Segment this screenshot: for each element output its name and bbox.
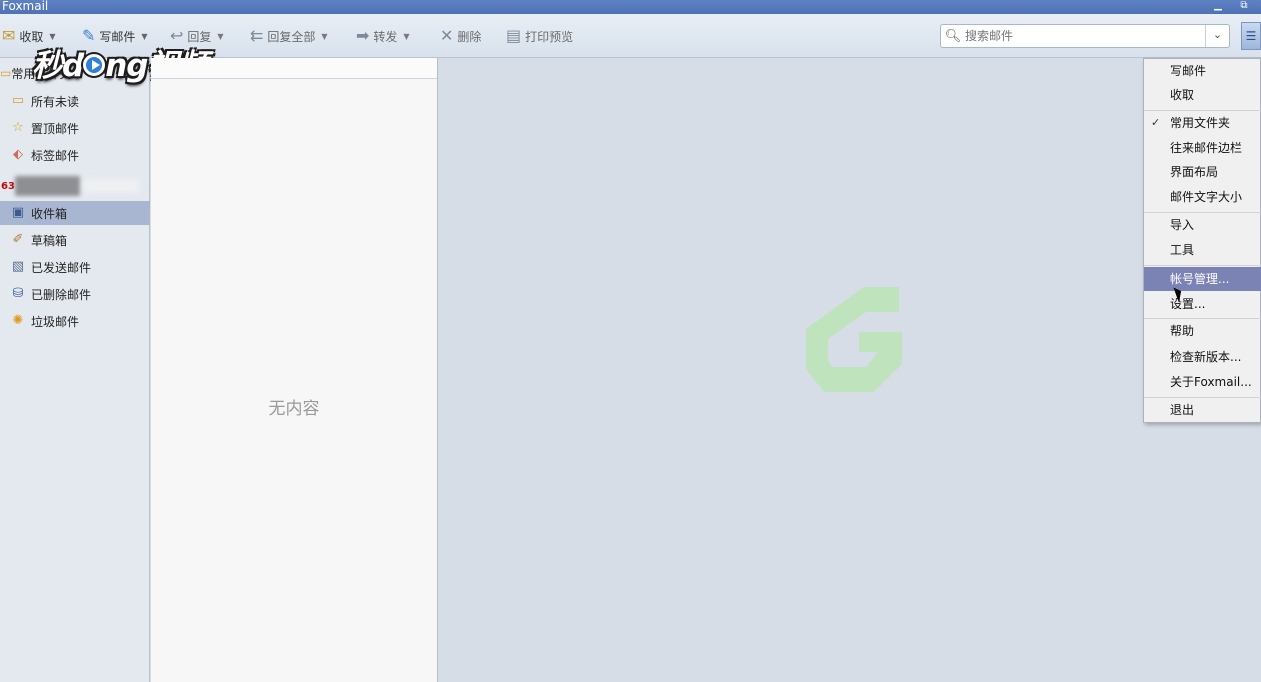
account-name-redacted	[15, 176, 80, 196]
sidebar-item-drafts[interactable]: ✐ 草稿箱	[0, 228, 150, 252]
search-options-chevron-icon[interactable]: ⌄	[1205, 25, 1229, 47]
sent-icon: ▧	[11, 259, 25, 274]
folder-icon: ▭	[11, 93, 25, 108]
empty-list-message: 无内容	[268, 399, 320, 419]
main-menu-dropdown: 写邮件 收取 ✓ 常用文件夹 往来邮件边栏 界面布局 邮件文字大小 导入 工具 …	[1143, 58, 1261, 423]
sidebar-item-deleted[interactable]: ⛁ 已删除邮件	[0, 282, 150, 306]
search-input[interactable]	[965, 29, 1205, 43]
inbox-icon: ▣	[11, 205, 25, 220]
junk-icon: ✺	[12, 313, 24, 328]
chevron-down-icon[interactable]: ▼	[403, 32, 409, 41]
tag-icon: ⬖	[13, 147, 23, 162]
sidebar-item-label: 标签邮件	[31, 148, 80, 163]
delete-button[interactable]: ✕ 删除	[440, 22, 481, 50]
sidebar-item-label: 已发送邮件	[31, 260, 92, 275]
forward-button[interactable]: ➡ 转发 ▼	[356, 22, 410, 50]
menu-item-receive[interactable]: 收取	[1144, 83, 1261, 107]
menu-item-compose[interactable]: 写邮件	[1144, 59, 1261, 83]
menu-item-about[interactable]: 关于Foxmail...	[1144, 370, 1261, 394]
restore-button[interactable]: ⧉	[1233, 0, 1255, 14]
checkmark-icon: ✓	[1151, 116, 1161, 129]
account-row[interactable]: 63	[0, 173, 150, 199]
menu-item-favorite-folders[interactable]: ✓ 常用文件夹	[1144, 111, 1261, 135]
forward-label: 转发	[373, 29, 398, 44]
trash-icon: ⛁	[12, 286, 24, 301]
sidebar-item-sent[interactable]: ▧ 已发送邮件	[0, 255, 150, 279]
search-icon[interactable]: 🔍︎	[941, 29, 965, 44]
menu-item-layout[interactable]: 界面布局	[1144, 160, 1261, 184]
account-email-redacted	[84, 179, 139, 193]
sidebar-item-inbox[interactable]: ▣ 收件箱	[0, 201, 150, 225]
menu-item-account-management[interactable]: 帐号管理...	[1144, 267, 1261, 291]
menu-item-import[interactable]: 导入	[1144, 213, 1261, 237]
sidebar-item-pinned[interactable]: ☆ 置顶邮件	[0, 116, 150, 140]
sidebar-item-label: 所有未读	[31, 94, 80, 109]
forward-icon: ➡	[356, 26, 370, 45]
account-badge: 63	[1, 180, 15, 192]
sidebar-item-all-unread[interactable]: ▭ 所有未读	[0, 89, 150, 113]
folder-icon: ▭	[0, 66, 12, 80]
title-bar: Foxmail ▁ ⧉	[0, 0, 1261, 14]
print-preview-button[interactable]: ▤ 打印预览	[506, 22, 573, 50]
window-title: Foxmail	[2, 0, 49, 13]
menu-item-label: 常用文件夹	[1170, 116, 1231, 130]
sidebar-item-junk[interactable]: ✺ 垃圾邮件	[0, 309, 150, 333]
foxmail-g-logo-icon	[806, 287, 902, 392]
menu-item-settings[interactable]: 设置...	[1144, 292, 1261, 316]
reply-all-button[interactable]: ⇇ 回复全部 ▼	[250, 22, 328, 50]
play-icon	[83, 53, 106, 76]
print-preview-label: 打印预览	[525, 29, 574, 44]
delete-label: 删除	[457, 29, 482, 44]
mail-list-header	[151, 58, 437, 79]
printer-icon: ▤	[506, 26, 522, 45]
menu-item-tools[interactable]: 工具	[1144, 238, 1261, 262]
sidebar-item-label: 置顶邮件	[31, 121, 80, 136]
folder-sidebar: ▭ 常用文件夹 ▭ 所有未读 ☆ 置顶邮件 ⬖ 标签邮件 63 ▣ 收件箱 ✐ …	[0, 58, 150, 682]
menu-item-font-size[interactable]: 邮件文字大小	[1144, 185, 1261, 209]
mail-list-pane: 无内容	[151, 58, 438, 682]
watermark-text-1: 秒d	[32, 48, 84, 84]
menu-list-icon: ☰	[1245, 29, 1257, 43]
menu-separator	[1144, 265, 1261, 266]
reply-all-label: 回复全部	[267, 29, 316, 44]
menu-item-contact-sidebar[interactable]: 往来邮件边栏	[1144, 136, 1261, 160]
sidebar-item-tagged[interactable]: ⬖ 标签邮件	[0, 143, 150, 167]
sidebar-item-label: 已删除邮件	[31, 287, 92, 302]
minimize-button[interactable]: ▁	[1207, 0, 1229, 14]
sidebar-item-label: 垃圾邮件	[31, 314, 80, 329]
main-menu-button[interactable]: ☰	[1241, 22, 1261, 50]
menu-item-exit[interactable]: 退出	[1144, 398, 1261, 422]
sidebar-item-label: 草稿箱	[31, 233, 68, 248]
reading-pane	[439, 58, 1261, 682]
reply-all-icon: ⇇	[250, 26, 264, 45]
delete-x-icon: ✕	[440, 26, 454, 45]
chevron-down-icon[interactable]: ▼	[217, 32, 223, 41]
chevron-down-icon[interactable]: ▼	[321, 32, 327, 41]
draft-icon: ✐	[12, 232, 24, 247]
menu-item-help[interactable]: 帮助	[1144, 319, 1261, 343]
menu-item-check-update[interactable]: 检查新版本...	[1144, 345, 1261, 369]
star-icon: ☆	[12, 120, 24, 135]
envelope-icon: ✉	[2, 26, 16, 45]
sidebar-item-label: 收件箱	[31, 206, 68, 221]
search-box: 🔍︎ ⌄	[940, 24, 1230, 48]
